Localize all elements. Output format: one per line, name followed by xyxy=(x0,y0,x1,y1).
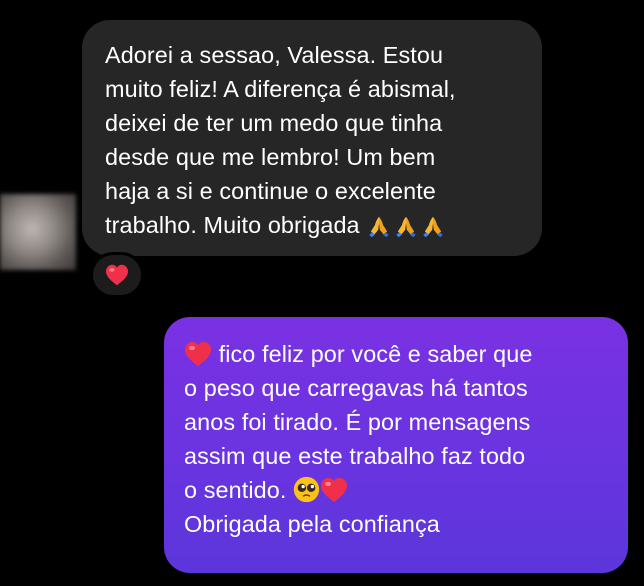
message-line: Obrigada pela confiança xyxy=(184,511,440,537)
message-line: haja a si e continue o excelente xyxy=(105,178,436,204)
received-message-bubble[interactable]: Adorei a sessao, Valessa. Estou muito fe… xyxy=(82,20,542,256)
chat-screen: Adorei a sessao, Valessa. Estou muito fe… xyxy=(0,0,644,586)
folded-hands-icon xyxy=(396,216,417,237)
message-line: Adorei a sessao, Valessa. Estou xyxy=(105,42,444,68)
message-line-text: trabalho. Muito obrigada xyxy=(105,212,360,238)
folded-hands-icon xyxy=(369,216,390,237)
message-line-text: o sentido. xyxy=(184,477,294,503)
red-heart-icon xyxy=(321,477,348,502)
message-line: anos foi tirado. É por mensagens xyxy=(184,409,531,435)
pleading-face-icon xyxy=(293,477,320,503)
message-line: o peso que carregavas há tantos xyxy=(184,375,528,401)
message-line-text: fico feliz por você e saber que xyxy=(212,341,533,367)
red-heart-icon xyxy=(106,264,128,286)
folded-hands-icon xyxy=(423,216,444,237)
sender-avatar[interactable] xyxy=(0,194,76,270)
red-heart-icon xyxy=(185,341,211,366)
message-line-first: fico feliz por você e saber que xyxy=(184,337,612,371)
message-line: deixei de ter um medo que tinha xyxy=(105,110,443,136)
sent-message-bubble[interactable]: fico feliz por você e saber que o peso q… xyxy=(164,317,628,573)
message-line: muito feliz! A diferença é abismal, xyxy=(105,76,456,102)
message-line: desde que me lembro! Um bem xyxy=(105,144,436,170)
message-line: assim que este trabalho faz todo xyxy=(184,443,526,469)
message-line-last: trabalho. Muito obrigada xyxy=(105,208,520,242)
message-line-with-emoji: o sentido. xyxy=(184,473,612,507)
message-reaction[interactable] xyxy=(90,252,144,298)
